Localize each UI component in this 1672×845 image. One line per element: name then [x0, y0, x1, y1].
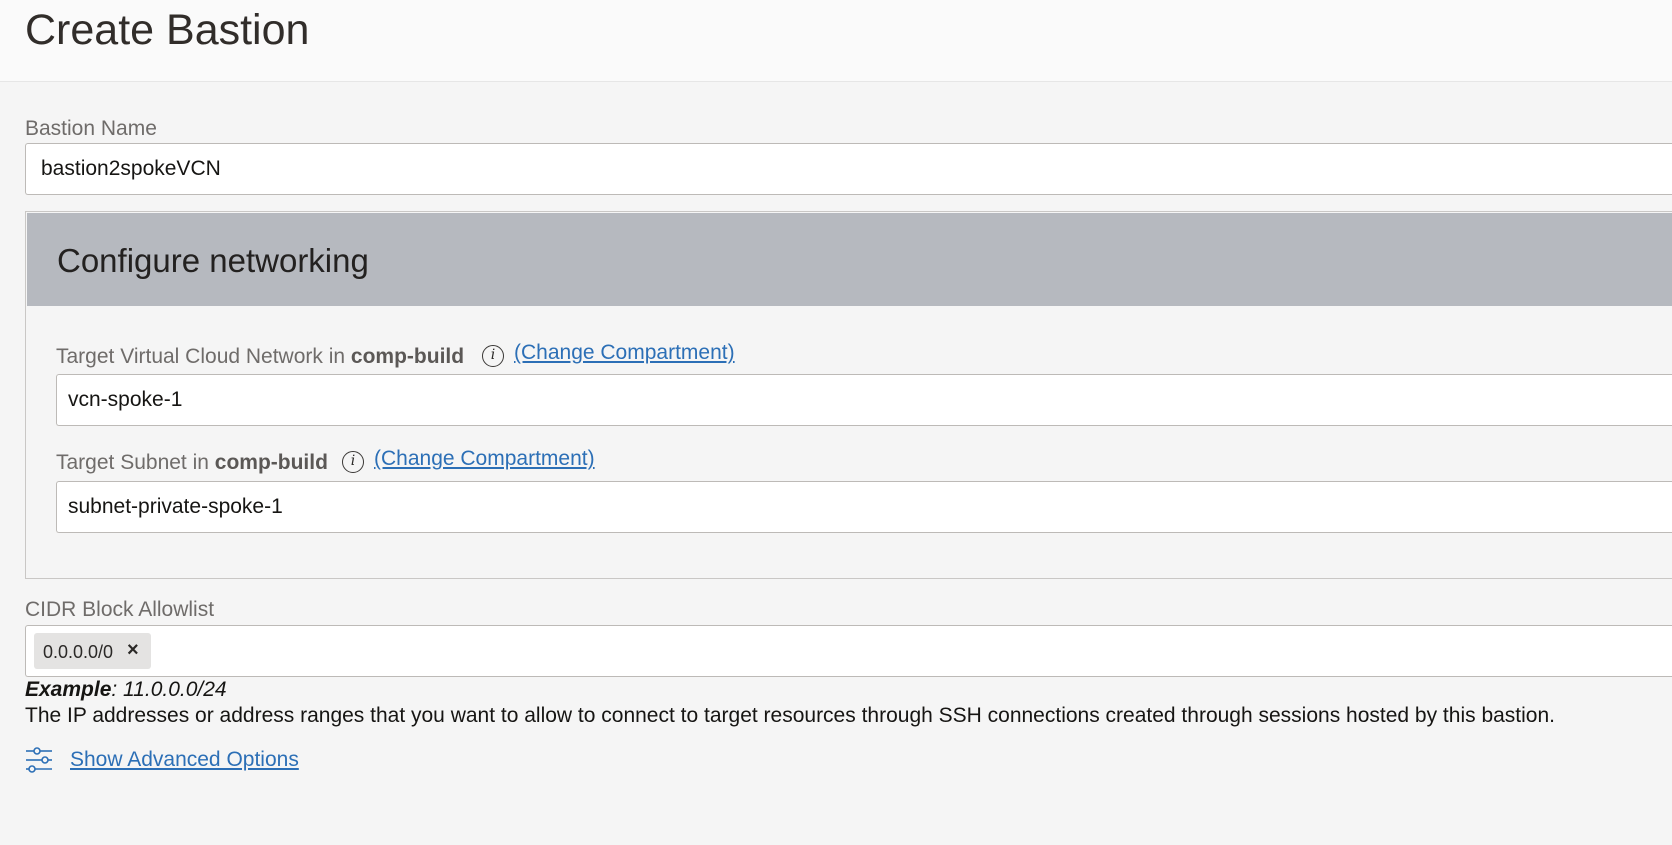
target-vcn-select[interactable]	[56, 374, 1672, 426]
create-bastion-page: Create Bastion Bastion Name Configure ne…	[0, 0, 1672, 845]
show-advanced-options-label[interactable]: Show Advanced Options	[70, 748, 299, 772]
subnet-change-compartment-link[interactable]: (Change Compartment)	[374, 447, 595, 471]
target-subnet-label: Target Subnet in comp-build	[56, 451, 328, 475]
target-vcn-label-text: Target Virtual Cloud Network in	[56, 345, 351, 368]
configure-networking-header: Configure networking	[27, 213, 1672, 306]
target-vcn-label: Target Virtual Cloud Network in comp-bui…	[56, 345, 464, 369]
cidr-example-value: : 11.0.0.0/24	[111, 678, 227, 701]
cidr-example: Example: 11.0.0.0/24	[25, 678, 227, 702]
target-vcn-compartment: comp-build	[350, 345, 465, 368]
cidr-allowlist-input[interactable]: 0.0.0.0/0 ×	[25, 625, 1672, 677]
bastion-name-label: Bastion Name	[25, 117, 157, 140]
target-subnet-select[interactable]	[56, 481, 1672, 533]
cidr-help-text: The IP addresses or address ranges that …	[25, 704, 1555, 727]
vcn-change-compartment-link[interactable]: (Change Compartment)	[514, 341, 735, 365]
page-header: Create Bastion	[0, 0, 1672, 82]
sliders-icon	[26, 747, 52, 773]
cidr-chip: 0.0.0.0/0 ×	[34, 633, 151, 669]
page-title: Create Bastion	[25, 6, 310, 54]
cidr-example-label: Example	[25, 678, 112, 701]
cidr-allowlist-label: CIDR Block Allowlist	[25, 598, 215, 621]
target-subnet-label-text: Target Subnet in	[56, 451, 215, 474]
configure-networking-title: Configure networking	[57, 242, 369, 279]
info-icon[interactable]: i	[482, 345, 504, 367]
info-icon[interactable]: i	[342, 451, 364, 473]
close-icon[interactable]: ×	[127, 639, 139, 661]
bastion-name-input[interactable]	[25, 143, 1672, 195]
target-subnet-compartment: comp-build	[214, 451, 328, 474]
cidr-chip-value: 0.0.0.0/0	[43, 642, 114, 662]
